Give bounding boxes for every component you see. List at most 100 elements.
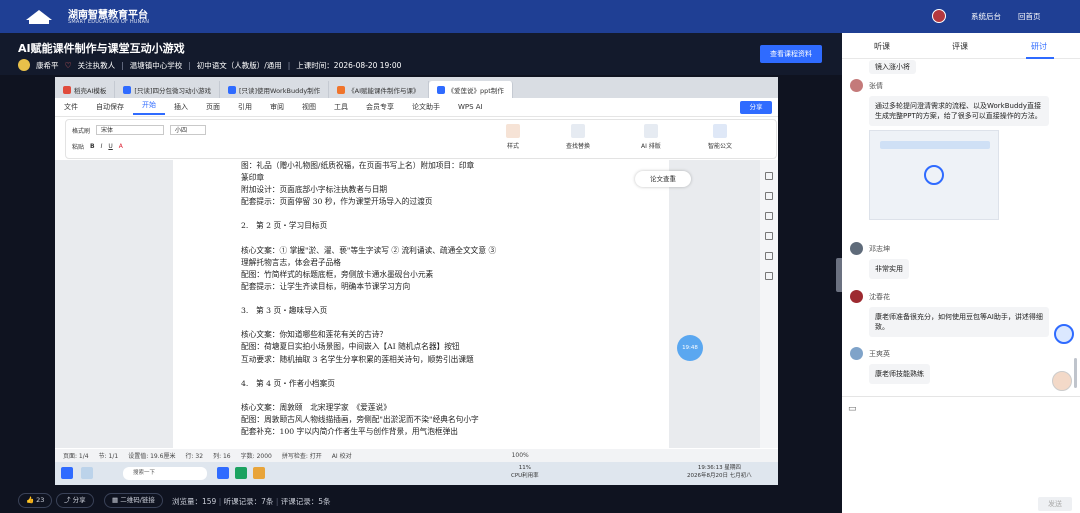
- backend-link[interactable]: 系统后台: [971, 11, 1001, 22]
- paper-check-button[interactable]: 论文查重: [635, 171, 691, 187]
- thumbs-up-icon: 👍: [26, 496, 35, 504]
- font-color-icon[interactable]: A: [119, 143, 123, 150]
- footer-stats: 浏览量：159 | 听课记录：7条 | 评课记录：5条: [172, 497, 331, 506]
- tab-evaluate[interactable]: 评课: [952, 41, 968, 52]
- avatar: [850, 79, 863, 92]
- author-name: 张倩: [869, 81, 883, 90]
- paste-button[interactable]: 粘贴: [72, 142, 84, 151]
- menu-insert[interactable]: 插入: [165, 102, 197, 112]
- pen-icon[interactable]: [765, 172, 773, 180]
- image-thumbnail[interactable]: [869, 130, 999, 220]
- document-line: 图：礼品（赠小礼物图/纸质祝福，在页面书写上名）附加项目：印章: [241, 161, 475, 170]
- share-pill[interactable]: ⤴ 分享: [56, 493, 94, 508]
- document-area: 图：礼品（赠小礼物图/纸质祝福，在页面书写上名）附加项目：印章 篆印章 附加设计：页…: [55, 160, 778, 460]
- chat-scrollbar[interactable]: [1074, 358, 1077, 388]
- eval-count: 评课记录：5条: [280, 497, 331, 506]
- more-icon[interactable]: [765, 272, 773, 280]
- document-line: 配图：荷塘夏日实拍小场景图，中间嵌入【AI 随机点名器】按钮: [241, 342, 460, 352]
- italic-icon[interactable]: I: [101, 143, 103, 150]
- side-toolbar: [760, 160, 778, 448]
- find-replace-group[interactable]: 查找替换: [566, 124, 590, 150]
- menu-wps-ai[interactable]: WPS AI: [449, 103, 492, 111]
- app-icon[interactable]: [235, 467, 247, 479]
- bold-icon[interactable]: B: [90, 143, 95, 150]
- wps-tab[interactable]: 《AI赋能课件制作与课》: [329, 81, 429, 98]
- view-materials-button[interactable]: 查看课程资料: [760, 45, 822, 63]
- list-item: 镜入涨小将: [850, 60, 916, 74]
- doc-icon: [436, 85, 445, 94]
- menu-home[interactable]: 开始: [133, 100, 165, 115]
- app-icon[interactable]: [217, 467, 229, 479]
- status-ai-check[interactable]: AI 校对: [332, 451, 352, 460]
- document-line: 核心文案：你知道哪些和莲花有关的古诗？: [241, 330, 388, 340]
- menu-review[interactable]: 审阅: [261, 102, 293, 112]
- document-page[interactable]: 图：礼品（赠小礼物图/纸质祝福，在页面书写上名）附加项目：印章 篆印章 附加设计：页…: [173, 160, 669, 460]
- document-line: 配图：竹简样式的标题底框，旁侧放卡通水墨砚台小元素: [241, 269, 434, 279]
- menu-paper[interactable]: 论文助手: [403, 102, 449, 112]
- like-button[interactable]: 👍 23: [18, 493, 53, 508]
- menu-page[interactable]: 页面: [197, 102, 229, 112]
- underline-icon[interactable]: U: [108, 143, 112, 150]
- document-line: 互动要求：随机抽取 3 名学生分享积累的莲相关诗句，顺势引出课题: [241, 354, 474, 364]
- ai-assistant-icon[interactable]: [1054, 324, 1074, 344]
- shape-icon[interactable]: [765, 232, 773, 240]
- menu-tools[interactable]: 工具: [325, 102, 357, 112]
- lesson-time: 上课时间：2026-08-20 19:00: [296, 60, 402, 70]
- menu-reference[interactable]: 引用: [229, 102, 261, 112]
- status-spell[interactable]: 拼写检查: 打开: [282, 451, 322, 460]
- search-icon[interactable]: [81, 467, 93, 479]
- document-line: 核心文案：周敦颐 北宋理学家 《爱莲说》: [241, 402, 391, 412]
- menu-autosave[interactable]: 自动保存: [87, 102, 133, 112]
- qr-link-button[interactable]: ▦ 二维码/链接: [104, 493, 163, 508]
- wps-tab[interactable]: [只读]四分包微习动小游戏: [115, 81, 220, 98]
- folder-icon[interactable]: ▭: [848, 404, 857, 414]
- format-painter-button[interactable]: 格式刷: [72, 126, 90, 135]
- avatar: [850, 347, 863, 360]
- windows-start-icon[interactable]: [61, 467, 73, 479]
- menu-view[interactable]: 视图: [293, 102, 325, 112]
- status-zoom[interactable]: 100%: [512, 452, 529, 459]
- share-button[interactable]: 分享: [740, 101, 772, 114]
- menu-member[interactable]: 会员专享: [357, 102, 403, 112]
- wps-tab-active[interactable]: 《爱莲说》ppt制作: [428, 81, 513, 98]
- wps-logo-icon: [63, 85, 71, 94]
- view-count: 浏览量：159: [172, 497, 217, 506]
- folder-icon[interactable]: [253, 467, 265, 479]
- panel-tabs: 听课 评课 研讨: [842, 33, 1080, 59]
- avatar: [850, 242, 863, 255]
- font-select[interactable]: 宋体: [96, 125, 165, 135]
- tab-discuss[interactable]: 研讨: [1031, 41, 1047, 52]
- size-select[interactable]: 小四: [170, 125, 207, 135]
- menu-file[interactable]: 文件: [55, 102, 87, 112]
- message-input-area[interactable]: ▭ 发送: [842, 396, 1080, 513]
- send-button[interactable]: 发送: [1038, 497, 1072, 511]
- follow-button[interactable]: 关注执教人: [78, 60, 116, 71]
- status-col: 列: 16: [213, 453, 231, 460]
- ai-layout-group[interactable]: AI 排版: [641, 124, 661, 150]
- home-link[interactable]: 回首页: [1018, 11, 1041, 22]
- user-avatar[interactable]: [932, 9, 946, 23]
- document-line: 3. 第 3 页・趣味导入页: [241, 306, 328, 316]
- document-line: 配套补充：100 字以内简介作者生平与创作背景，用气泡框弹出: [241, 427, 458, 437]
- settings-icon[interactable]: [765, 252, 773, 260]
- translate-icon[interactable]: [765, 212, 773, 220]
- status-row: 行: 32: [185, 453, 204, 460]
- wps-ribbon: 格式刷 宋体 小四 粘贴 B I U A 样式 查找替换 AI 排版 智能公文: [65, 119, 777, 159]
- document-line: 2. 第 2 页・学习目标页: [241, 221, 328, 231]
- smart-doc-group[interactable]: 智能公文: [708, 124, 732, 150]
- style-group[interactable]: 样式: [506, 124, 520, 150]
- taskbar-search[interactable]: 搜索一下: [123, 467, 207, 480]
- wps-tab[interactable]: 稻壳AI模板: [55, 81, 116, 98]
- tab-listen[interactable]: 听课: [874, 41, 890, 52]
- heart-icon[interactable]: ♡: [65, 61, 72, 70]
- chat-list: 镜入涨小将 张倩 通过多轮提问澄清需求的流程、以及WorkBuddy直接生成完整…: [842, 60, 1080, 400]
- wps-tab[interactable]: [只读]使用WorkBuddy制作: [220, 81, 330, 98]
- screen-share-video[interactable]: 稻壳AI模板 [只读]四分包微习动小游戏 [只读]使用WorkBuddy制作 《…: [55, 77, 778, 485]
- select-icon[interactable]: [765, 192, 773, 200]
- lesson-meta: 康希平 ♡ 关注执教人 | 温塘镇中心学校 | 初中语文（人教版）/通用 | 上…: [18, 59, 401, 71]
- page-title: AI赋能课件制作与课堂互动小游戏: [18, 42, 185, 55]
- assistant-avatar-icon[interactable]: [1052, 371, 1072, 391]
- brand-subtitle: SMART EDUCATION OF HUNAN: [68, 19, 150, 25]
